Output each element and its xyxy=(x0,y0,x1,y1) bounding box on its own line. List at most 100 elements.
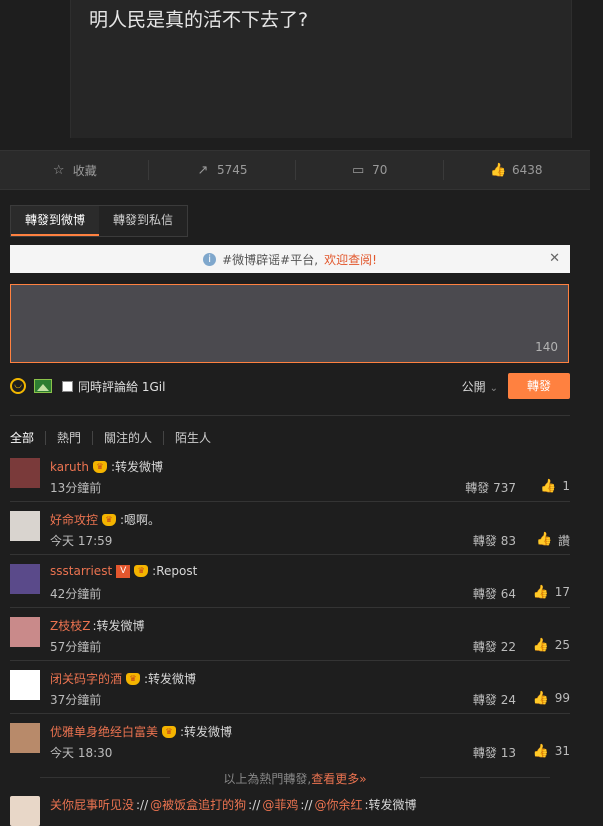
chevron-down-icon: ⌄ xyxy=(489,383,498,394)
list-item: 优雅单身绝经白富美 ♛:转发微博 今天 18:30 轉發 13 👍 31 xyxy=(10,723,570,776)
close-icon[interactable]: ✕ xyxy=(549,251,560,266)
username-link[interactable]: Z枝枝Z xyxy=(50,617,90,634)
like-count-button[interactable]: 👍 6438 xyxy=(442,151,591,189)
see-more-link[interactable]: 查看更多» xyxy=(311,772,366,786)
tab-repost-message[interactable]: 轉發到私信 xyxy=(99,206,187,236)
divider xyxy=(10,607,570,608)
mention-link[interactable]: @被饭盒追打的狗 xyxy=(150,796,246,813)
repost-line: 闭关码字的酒 ♛:转发微博 xyxy=(50,670,196,687)
visibility-label: 公開 xyxy=(461,380,486,394)
avatar[interactable] xyxy=(10,723,40,753)
like-button[interactable]: 👍 31 xyxy=(533,744,570,759)
repost-button[interactable]: 轉發 64 xyxy=(473,585,516,602)
repost-text: :转发微博 xyxy=(180,725,233,739)
action-bar: ☆ 收藏 ↗ 5745 ▭ 70 👍 6438 xyxy=(0,150,590,190)
like-count: 6438 xyxy=(511,163,543,177)
repost-time: 今天 17:59 xyxy=(50,534,113,548)
repost-button[interactable]: 轉發 83 xyxy=(473,532,516,549)
repost-text: :转发微博 xyxy=(110,460,163,474)
list-item: 好命攻控 ♛:嗯啊。 今天 17:59 轉發 83 👍 讚 xyxy=(10,511,570,564)
username-link[interactable]: karuth xyxy=(50,460,89,474)
repost-text: :转发微博 xyxy=(364,798,417,812)
like-button[interactable]: 👍 1 xyxy=(540,479,570,494)
repost-text: :Repost xyxy=(152,564,198,578)
post-card: 明人民是真的活不下去了? xyxy=(70,0,572,138)
share-icon: ↗ xyxy=(197,162,209,178)
also-comment-checkbox[interactable] xyxy=(62,380,73,392)
repost-count: 5745 xyxy=(216,163,248,177)
comment-count-button[interactable]: ▭ 70 xyxy=(295,151,443,189)
like-button[interactable]: 👍 17 xyxy=(533,585,570,600)
filter-following[interactable]: 關注的人 xyxy=(92,431,163,445)
avatar[interactable] xyxy=(10,796,40,826)
chain-sep: :// xyxy=(136,797,149,812)
image-icon[interactable] xyxy=(34,379,52,393)
repost-button[interactable]: 轉發 24 xyxy=(473,691,516,708)
divider xyxy=(10,415,570,416)
like-button[interactable]: 👍 讚 xyxy=(536,532,570,549)
repost-filters: 全部 熱門 關注的人 陌生人 xyxy=(10,431,222,445)
like-count: 讚 xyxy=(557,534,570,548)
verified-badge-icon: V xyxy=(116,564,131,578)
list-item: 闭关码字的酒 ♛:转发微博 37分鐘前 轉發 24 👍 99 xyxy=(10,670,570,723)
repost-line: 好命攻控 ♛:嗯啊。 xyxy=(50,511,160,528)
repost-text: :嗯啊。 xyxy=(120,513,161,527)
notice-text: #微博辟谣#平台, xyxy=(222,252,319,267)
username-link[interactable]: 关你屁事听见没 xyxy=(50,796,134,813)
username-link[interactable]: 好命攻控 xyxy=(50,511,98,528)
avatar[interactable] xyxy=(10,458,40,488)
repost-time: 57分鐘前 xyxy=(50,640,102,654)
emoji-icon[interactable]: ◡ xyxy=(10,378,26,394)
visibility-select[interactable]: 公開 ⌄ xyxy=(462,378,498,395)
like-icon: 👍 xyxy=(489,162,507,178)
like-button[interactable]: 👍 99 xyxy=(533,691,570,706)
like-button[interactable]: 👍 25 xyxy=(533,638,570,653)
avatar[interactable] xyxy=(10,617,40,647)
repost-textarea[interactable]: 140 xyxy=(10,284,569,363)
like-icon: 👍 xyxy=(532,638,549,653)
rumor-notice: i #微博辟谣#平台, 欢迎查阅! ✕ xyxy=(10,245,570,273)
filter-strangers[interactable]: 陌生人 xyxy=(163,431,222,445)
comment-icon: ▭ xyxy=(351,162,365,178)
like-count: 1 xyxy=(562,479,570,493)
like-icon: 👍 xyxy=(532,744,549,759)
username-link[interactable]: 闭关码字的酒 xyxy=(50,670,122,687)
favorite-button[interactable]: ☆ 收藏 xyxy=(0,151,148,189)
mention-link[interactable]: @菲鸡 xyxy=(262,796,298,813)
chain-sep: :// xyxy=(300,797,313,812)
filter-all[interactable]: 全部 xyxy=(10,431,45,445)
repost-submit-button[interactable]: 轉發 xyxy=(508,373,570,399)
like-count: 25 xyxy=(554,638,570,652)
repost-time: 37分鐘前 xyxy=(50,693,102,707)
like-count: 17 xyxy=(554,585,570,599)
crown-badge-icon: ♛ xyxy=(126,672,141,685)
repost-line: 优雅单身绝经白富美 ♛:转发微博 xyxy=(50,723,232,740)
username-link[interactable]: ssstarriest xyxy=(50,564,112,578)
mention-link[interactable]: @你余红 xyxy=(314,796,362,813)
filter-hot[interactable]: 熱門 xyxy=(45,431,92,445)
favorite-label: 收藏 xyxy=(72,163,97,178)
like-count: 31 xyxy=(554,744,570,758)
divider xyxy=(10,501,570,502)
repost-button[interactable]: 轉發 22 xyxy=(473,638,516,655)
tab-repost-weibo[interactable]: 轉發到微博 xyxy=(11,206,100,236)
composer-toolbar: ◡ 同時評論給 1Gil 公開 ⌄ 轉發 xyxy=(10,372,570,400)
info-icon: i xyxy=(203,252,217,266)
post-text: 明人民是真的活不下去了? xyxy=(89,9,309,31)
crown-badge-icon: ♛ xyxy=(134,565,149,577)
notice-link[interactable]: 欢迎查阅! xyxy=(324,251,377,268)
repost-button[interactable]: 轉發 13 xyxy=(473,744,516,761)
divider xyxy=(10,713,570,714)
avatar[interactable] xyxy=(10,511,40,541)
repost-button[interactable]: 轉發 737 xyxy=(465,479,516,496)
username-link[interactable]: 优雅单身绝经白富美 xyxy=(50,723,158,740)
repost-time: 42分鐘前 xyxy=(50,587,102,601)
repost-line: ssstarriest V ♛:Repost xyxy=(50,564,197,578)
repost-count-button[interactable]: ↗ 5745 xyxy=(147,151,296,189)
like-icon: 👍 xyxy=(540,479,557,494)
avatar[interactable] xyxy=(10,670,40,700)
like-icon: 👍 xyxy=(532,585,549,600)
list-item: ssstarriest V ♛:Repost 42分鐘前 轉發 64 👍 17 xyxy=(10,564,570,617)
repost-line: karuth ♛:转发微博 xyxy=(50,458,163,475)
avatar[interactable] xyxy=(10,564,40,594)
